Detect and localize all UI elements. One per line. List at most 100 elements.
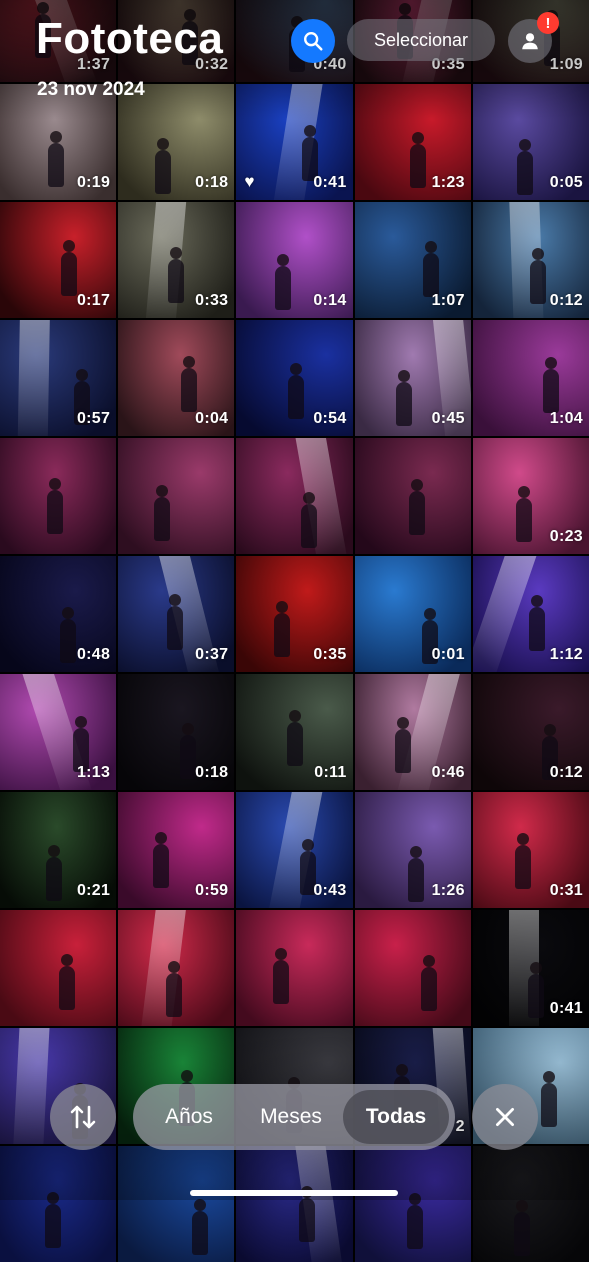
video-duration: 0:59 [195, 882, 229, 899]
performer-silhouette [47, 478, 63, 534]
photo-thumbnail[interactable]: 0:43 [236, 792, 353, 908]
photo-thumbnail[interactable]: 0:14 [236, 202, 353, 318]
performer-silhouette [155, 138, 172, 194]
video-duration: 0:11 [314, 764, 347, 781]
video-duration: 1:07 [431, 292, 465, 309]
performer-silhouette [528, 595, 545, 651]
photo-thumbnail[interactable]: 0:04 [118, 320, 235, 436]
photo-thumbnail[interactable]: 0:21 [0, 792, 117, 908]
photo-thumbnail[interactable]: 0:01 [354, 556, 471, 672]
photo-thumbnail[interactable]: 0:46 [354, 674, 471, 790]
performer-silhouette [542, 357, 559, 413]
video-duration: 0:12 [549, 764, 583, 781]
video-duration: 0:23 [549, 528, 583, 545]
video-duration: 1:26 [431, 882, 465, 899]
video-duration: 1:04 [549, 410, 583, 427]
photo-thumbnail[interactable]: 0:35 [236, 556, 353, 672]
photo-thumbnail[interactable]: 0:12 [472, 202, 589, 318]
performer-silhouette [273, 948, 290, 1004]
performer-silhouette [515, 486, 532, 542]
alert-badge: ! [537, 12, 559, 34]
photo-thumbnail[interactable]: 1:13 [0, 674, 117, 790]
performer-silhouette [181, 356, 198, 412]
performer-silhouette [299, 1186, 316, 1242]
performer-silhouette [409, 132, 426, 188]
performer-silhouette [527, 962, 544, 1018]
search-button[interactable] [291, 19, 335, 63]
performer-silhouette [287, 710, 304, 766]
performer-silhouette [408, 479, 425, 535]
video-duration: 0:17 [76, 292, 111, 309]
select-button[interactable]: Seleccionar [347, 19, 495, 61]
photo-thumbnail[interactable]: 1:12 [472, 556, 589, 672]
video-duration: 0:37 [195, 646, 229, 663]
photo-thumbnail[interactable]: 0:11 [236, 674, 353, 790]
photo-thumbnail[interactable]: 0:59 [118, 792, 235, 908]
performer-silhouette [60, 607, 76, 663]
heart-icon: ♥ [244, 172, 255, 191]
photo-thumbnail[interactable] [236, 910, 353, 1026]
performer-silhouette [153, 832, 170, 888]
performer-silhouette [513, 1200, 530, 1256]
video-duration: 0:14 [313, 292, 347, 309]
performer-silhouette [394, 717, 411, 773]
video-duration: 0:19 [76, 174, 111, 191]
photo-thumbnail[interactable] [118, 910, 235, 1026]
photo-thumbnail[interactable]: 0:45 [354, 320, 471, 436]
person-icon [522, 33, 538, 50]
performer-silhouette [407, 846, 424, 902]
video-duration: 0:35 [313, 646, 347, 663]
video-duration: 0:54 [313, 410, 347, 427]
video-duration: 0:41 [313, 174, 347, 191]
photo-thumbnail[interactable] [0, 438, 117, 554]
photo-thumbnail[interactable]: 0:41 [472, 910, 589, 1026]
close-button[interactable] [472, 1084, 538, 1150]
photo-thumbnail[interactable]: 0:33 [118, 202, 235, 318]
video-duration: 0:46 [431, 764, 465, 781]
photo-thumbnail[interactable]: 0:54 [236, 320, 353, 436]
photo-thumbnail[interactable]: 1:26 [354, 792, 471, 908]
photo-thumbnail[interactable] [354, 438, 471, 554]
photo-thumbnail[interactable]: 0:17 [0, 202, 117, 318]
video-duration: 0:01 [431, 646, 465, 663]
performer-silhouette [154, 485, 171, 541]
search-icon [304, 32, 323, 51]
video-duration: 1:13 [76, 764, 111, 781]
performer-silhouette [167, 594, 184, 650]
video-duration: 0:48 [76, 646, 111, 663]
performer-silhouette [274, 601, 291, 657]
video-duration: 0:04 [195, 410, 229, 427]
photo-thumbnail[interactable] [0, 910, 117, 1026]
photo-thumbnail[interactable] [236, 438, 353, 554]
video-duration: 0:41 [549, 1000, 583, 1017]
photo-thumbnail[interactable]: 1:04 [472, 320, 589, 436]
performer-silhouette [529, 248, 546, 304]
photo-thumbnail[interactable] [354, 910, 471, 1026]
photo-thumbnail[interactable]: 0:37 [118, 556, 235, 672]
sort-arrows-icon [70, 1105, 96, 1129]
photo-thumbnail[interactable]: 0:23 [472, 438, 589, 554]
stage-light [17, 320, 50, 436]
photo-thumbnail[interactable]: 1:07 [354, 202, 471, 318]
photo-thumbnail[interactable]: 0:12 [472, 674, 589, 790]
segment-years[interactable]: Años [139, 1090, 239, 1144]
video-duration: 0:18 [195, 764, 229, 781]
sort-button[interactable] [50, 1084, 116, 1150]
performer-silhouette [168, 247, 185, 303]
performer-silhouette [406, 1193, 423, 1249]
segment-all[interactable]: Todas [343, 1090, 449, 1144]
photo-thumbnail[interactable]: 0:18 [118, 674, 235, 790]
segment-months[interactable]: Meses [239, 1090, 343, 1144]
photo-thumbnail[interactable]: 0:57 [0, 320, 117, 436]
video-duration: 0:05 [549, 174, 583, 191]
performer-silhouette [48, 131, 64, 187]
video-duration: 0:45 [431, 410, 465, 427]
photo-thumbnail[interactable]: 0:31 [472, 792, 589, 908]
video-duration: 0:57 [76, 410, 111, 427]
video-duration: 0:31 [549, 882, 583, 899]
photo-thumbnail[interactable] [118, 438, 235, 554]
performer-silhouette [516, 139, 533, 195]
photo-thumbnail[interactable]: 0:48 [0, 556, 117, 672]
video-duration: 1:12 [549, 646, 583, 663]
performer-silhouette [275, 254, 292, 310]
